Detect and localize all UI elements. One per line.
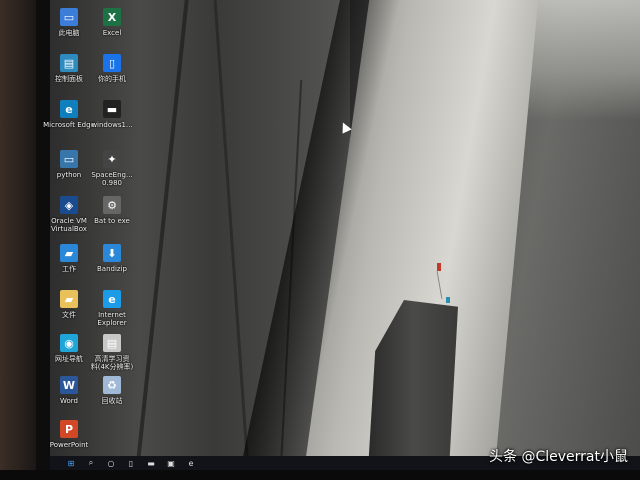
ie-icon: e (103, 290, 121, 308)
folder-icon: ▰ (60, 244, 78, 262)
desktop-icon-label: 此电脑 (58, 29, 80, 37)
search-icon[interactable]: ⌕ (86, 458, 96, 468)
edge-icon: e (60, 100, 78, 118)
desktop-icon[interactable]: ▬ windows1... (86, 100, 138, 129)
desktop-icon[interactable]: ▯ 你的手机 (86, 54, 138, 83)
desktop-icon-label: Oracle VM VirtualBox (51, 217, 87, 233)
shortcut-icon: ▬ (103, 100, 121, 118)
bandizip-icon: ⬇ (103, 244, 121, 262)
virtualbox-icon: ◈ (60, 196, 78, 214)
task-view-icon[interactable]: ▯ (126, 458, 136, 468)
folder-icon: ▰ (60, 290, 78, 308)
desktop-icon-label: Internet Explorer (97, 311, 127, 327)
desktop-icon-label: Word (60, 397, 78, 405)
desktop-icon-label: Bandizip (97, 265, 127, 273)
recycle-bin-icon: ♻ (103, 376, 121, 394)
desktop-icon-label: PowerPoint (49, 441, 89, 449)
desktop-icon[interactable]: e Internet Explorer (86, 290, 138, 327)
desktop-icon-label: SpaceEng... 0.980 (91, 171, 133, 187)
cortana-icon[interactable]: ○ (106, 458, 116, 468)
desktop-icon[interactable]: ▤ 高清学习资 料(4K分辨率) (86, 334, 138, 371)
desktop-icon-label: 你的手机 (98, 75, 126, 83)
desktop-icon[interactable]: ⬇ Bandizip (86, 244, 138, 273)
store-icon[interactable]: ▣ (166, 458, 176, 468)
desktop-icon-label: Excel (102, 29, 122, 37)
edge-taskbar-icon[interactable]: e (186, 458, 196, 468)
monitor-bottom-bezel (0, 470, 640, 480)
desktop-icon-label: windows1... (91, 121, 133, 129)
desktop-icon[interactable]: P PowerPoint (43, 420, 95, 449)
watermark-text: 头条 @Cleverrat小鼠 (489, 449, 628, 465)
desktop-icon-label: python (56, 171, 82, 179)
desktop-icon[interactable]: X Excel (86, 8, 138, 37)
spaceengine-icon: ✦ (103, 150, 121, 168)
desktop-icon-label: 文件 (62, 311, 76, 319)
desktop-icon-label: 高清学习资 料(4K分辨率) (90, 355, 134, 371)
wallpaper-climber (437, 263, 441, 271)
word-icon: W (60, 376, 78, 394)
python-icon: ▭ (60, 150, 78, 168)
file-explorer-icon[interactable]: ▬ (146, 458, 156, 468)
desktop-icon[interactable]: ⚙ Bat to exe (86, 196, 138, 225)
desktop-icon-label: Bat to exe (94, 217, 130, 225)
powerpoint-icon: P (60, 420, 78, 438)
excel-icon: X (103, 8, 121, 26)
gear-icon: ⚙ (103, 196, 121, 214)
desktop-icon[interactable]: ♻ 回收站 (86, 376, 138, 405)
desktop-icon-label: 回收站 (101, 397, 123, 405)
control-panel-icon: ▤ (60, 54, 78, 72)
browser-icon: ◉ (60, 334, 78, 352)
desktop-icon-label: 网址导航 (55, 355, 83, 363)
desktop-icon-label: 工作 (62, 265, 76, 273)
document-icon: ▤ (103, 334, 121, 352)
wallpaper-climber (446, 297, 450, 303)
desktop-icon-label: 控制面板 (55, 75, 83, 83)
desktop-icon[interactable]: ✦ SpaceEng... 0.980 (86, 150, 138, 187)
phone-icon: ▯ (103, 54, 121, 72)
desktop-screen[interactable] (50, 0, 640, 470)
wallpaper-light (520, 0, 640, 120)
computer-icon: ▭ (60, 8, 78, 26)
start-button-icon[interactable]: ⊞ (66, 458, 76, 468)
